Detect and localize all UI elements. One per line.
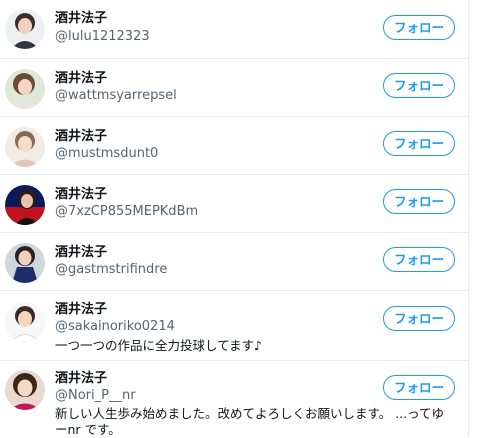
follow-button[interactable]: フォロー xyxy=(383,15,455,40)
avatar[interactable] xyxy=(5,243,45,283)
avatar[interactable] xyxy=(5,302,45,342)
user-list: 酒井法子 @lulu1212323 フォロー 酒井法子 @wattmsyarre… xyxy=(0,0,469,437)
user-row[interactable]: 酒井法子 @7xzCP855MEPKdBm フォロー xyxy=(0,175,468,233)
follow-button[interactable]: フォロー xyxy=(383,189,455,214)
user-row[interactable]: 酒井法子 @wattmsyarrepsel フォロー xyxy=(0,59,468,117)
user-row[interactable]: 酒井法子 @lulu1212323 フォロー xyxy=(0,0,468,59)
avatar[interactable] xyxy=(5,9,45,49)
user-handle[interactable]: @7xzCP855MEPKdBm xyxy=(55,204,198,220)
user-handle[interactable]: @lulu1212323 xyxy=(55,29,150,45)
follow-button[interactable]: フォロー xyxy=(383,73,455,98)
user-row[interactable]: 酒井法子 @mustmsdunt0 フォロー xyxy=(0,117,468,175)
follow-button[interactable]: フォロー xyxy=(383,306,455,331)
avatar[interactable] xyxy=(5,69,45,109)
follow-button[interactable]: フォロー xyxy=(383,131,455,156)
user-handle[interactable]: @Nori_P__nr xyxy=(55,388,136,404)
follow-button[interactable]: フォロー xyxy=(383,375,455,400)
user-handle[interactable]: @gastmstrifindre xyxy=(55,262,167,278)
user-name[interactable]: 酒井法子 xyxy=(55,129,107,145)
user-name[interactable]: 酒井法子 xyxy=(55,371,107,387)
user-handle[interactable]: @sakainoriko0214 xyxy=(55,319,175,335)
avatar[interactable] xyxy=(5,185,45,225)
user-name[interactable]: 酒井法子 xyxy=(55,11,107,27)
user-handle[interactable]: @wattmsyarrepsel xyxy=(55,88,177,104)
user-row[interactable]: 酒井法子 @Nori_P__nr 新しい人生歩み始めました。改めてよろしくお願い… xyxy=(0,361,468,437)
user-row[interactable]: 酒井法子 @gastmstrifindre フォロー xyxy=(0,233,468,291)
user-name[interactable]: 酒井法子 xyxy=(55,187,107,203)
user-row[interactable]: 酒井法子 @sakainoriko0214 一つ一つの作品に全力投球してます♪ … xyxy=(0,291,468,361)
avatar[interactable] xyxy=(5,370,45,410)
user-name[interactable]: 酒井法子 xyxy=(55,71,107,87)
user-bio: 一つ一つの作品に全力投球してます♪ xyxy=(55,338,262,353)
user-name[interactable]: 酒井法子 xyxy=(55,245,107,261)
avatar[interactable] xyxy=(5,127,45,167)
user-handle[interactable]: @mustmsdunt0 xyxy=(55,146,158,162)
user-name[interactable]: 酒井法子 xyxy=(55,302,107,318)
follow-button[interactable]: フォロー xyxy=(383,247,455,272)
user-bio: 新しい人生歩み始めました。改めてよろしくお願いします。 ...ってゆーnr です… xyxy=(55,406,445,437)
